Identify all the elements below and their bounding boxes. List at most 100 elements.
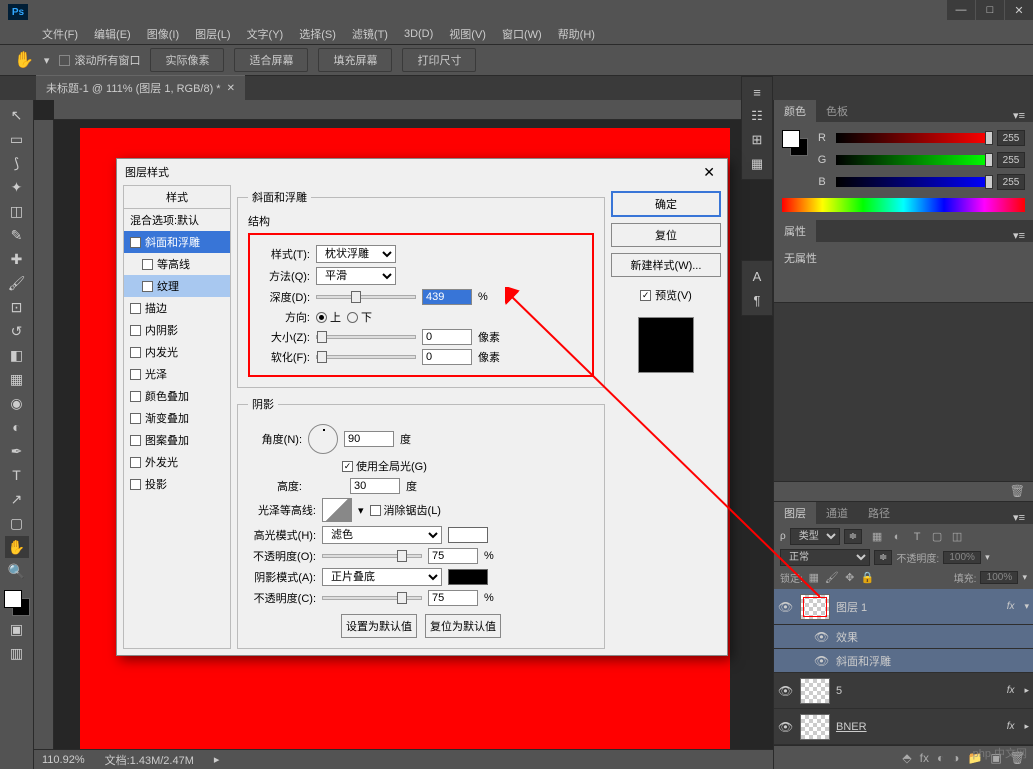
- checkbox-icon[interactable]: [130, 413, 141, 424]
- layer-row[interactable]: 👁 5 fx ▸: [774, 673, 1033, 709]
- filter-smart-icon[interactable]: ◫: [950, 530, 964, 544]
- close-tab-icon[interactable]: ✕: [227, 83, 235, 94]
- contour-dropdown-icon[interactable]: ▾: [358, 504, 364, 517]
- color-preview[interactable]: [782, 130, 808, 156]
- depth-slider[interactable]: [316, 295, 416, 299]
- layer-fx-badge[interactable]: fx: [1007, 721, 1015, 732]
- lock-pixels-icon[interactable]: 🖌: [825, 571, 839, 585]
- dialog-close-icon[interactable]: ✕: [699, 164, 719, 181]
- layer-row[interactable]: 👁 BNER fx ▸: [774, 709, 1033, 745]
- checkbox-icon[interactable]: [130, 325, 141, 336]
- crop-tool[interactable]: ◫: [5, 200, 29, 222]
- close-button[interactable]: ✕: [1005, 0, 1033, 20]
- highlight-opacity-slider[interactable]: [322, 554, 422, 558]
- shadow-opacity-input[interactable]: [428, 590, 478, 606]
- char-icon[interactable]: A: [744, 265, 770, 287]
- scroll-all-checkbox[interactable]: 滚动所有窗口: [59, 52, 140, 68]
- mask-icon[interactable]: ◐: [937, 751, 944, 765]
- status-arrow-icon[interactable]: ▸: [214, 753, 220, 766]
- panel-menu-icon[interactable]: ▾≡: [1005, 229, 1033, 242]
- actual-pixels-button[interactable]: 实际像素: [150, 48, 224, 72]
- fit-screen-button[interactable]: 适合屏幕: [234, 48, 308, 72]
- r-input[interactable]: [997, 130, 1025, 146]
- filter-adjust-icon[interactable]: ◐: [890, 530, 904, 544]
- cancel-button[interactable]: 复位: [611, 223, 721, 247]
- dodge-tool[interactable]: ◐: [5, 416, 29, 438]
- layer-effects-row[interactable]: 👁 效果: [774, 625, 1033, 649]
- marquee-tool[interactable]: ▭: [5, 128, 29, 150]
- visibility-icon[interactable]: 👁: [814, 654, 830, 668]
- stamp-tool[interactable]: ⊡: [5, 296, 29, 318]
- filter-pixel-icon[interactable]: ▦: [870, 530, 884, 544]
- style-stroke[interactable]: 描边: [124, 297, 230, 319]
- hand-tool-icon[interactable]: ✋: [14, 50, 34, 70]
- move-tool[interactable]: ↖: [5, 104, 29, 126]
- menu-select[interactable]: 选择(S): [293, 24, 342, 44]
- direction-down-radio[interactable]: 下: [347, 309, 372, 325]
- menu-filter[interactable]: 滤镜(T): [346, 24, 394, 44]
- preview-checkbox[interactable]: ✓预览(V): [611, 287, 721, 303]
- style-contour[interactable]: 等高线: [124, 253, 230, 275]
- layer-effect-bevel[interactable]: 👁 斜面和浮雕: [774, 649, 1033, 673]
- fill-input[interactable]: [980, 571, 1018, 584]
- checkbox-icon[interactable]: [130, 479, 141, 490]
- menu-type[interactable]: 文字(Y): [241, 24, 290, 44]
- layer-name[interactable]: 5: [836, 685, 1001, 697]
- altitude-input[interactable]: [350, 478, 400, 494]
- healing-tool[interactable]: ✚: [5, 248, 29, 270]
- chevron-right-icon[interactable]: ▸: [1024, 685, 1029, 696]
- visibility-icon[interactable]: 👁: [778, 684, 794, 698]
- dialog-titlebar[interactable]: 图层样式 ✕: [117, 159, 727, 185]
- link-icon[interactable]: ⬘: [902, 751, 911, 765]
- brush-preset-icon[interactable]: ☷: [744, 105, 770, 127]
- style-satin[interactable]: 光泽: [124, 363, 230, 385]
- brush-tool[interactable]: 🖌: [5, 272, 29, 294]
- layer-name[interactable]: BNER: [836, 721, 1001, 733]
- eraser-tool[interactable]: ◧: [5, 344, 29, 366]
- layer-fx-badge[interactable]: fx: [1007, 601, 1015, 612]
- checkbox-icon[interactable]: [142, 259, 153, 270]
- g-slider[interactable]: [836, 155, 989, 165]
- set-default-button[interactable]: 设置为默认值: [341, 614, 417, 638]
- tab-layers[interactable]: 图层: [774, 502, 816, 524]
- tool-dropdown-icon[interactable]: ▾: [44, 54, 50, 67]
- chevron-right-icon[interactable]: ▸: [1024, 721, 1029, 732]
- magic-wand-tool[interactable]: ✦: [5, 176, 29, 198]
- style-texture[interactable]: 纹理: [124, 275, 230, 297]
- reset-default-button[interactable]: 复位为默认值: [425, 614, 501, 638]
- style-inner-glow[interactable]: 内发光: [124, 341, 230, 363]
- filter-kind-select[interactable]: 类型: [790, 528, 840, 545]
- angle-wheel[interactable]: [308, 424, 338, 454]
- doc-size[interactable]: 文档:1.43M/2.47M: [105, 752, 194, 768]
- depth-input[interactable]: [422, 289, 472, 305]
- tab-properties[interactable]: 属性: [774, 220, 816, 242]
- hue-strip[interactable]: [782, 198, 1025, 212]
- style-pattern-overlay[interactable]: 图案叠加: [124, 429, 230, 451]
- maximize-button[interactable]: □: [976, 0, 1004, 20]
- checkbox-icon[interactable]: [130, 369, 141, 380]
- direction-up-radio[interactable]: 上: [316, 309, 341, 325]
- lasso-tool[interactable]: ⟆: [5, 152, 29, 174]
- lock-position-icon[interactable]: ✥: [843, 571, 857, 585]
- style-bevel[interactable]: ✓斜面和浮雕: [124, 231, 230, 253]
- shape-tool[interactable]: ▢: [5, 512, 29, 534]
- panel-menu-icon[interactable]: ▾≡: [1005, 511, 1033, 524]
- size-slider[interactable]: [316, 335, 416, 339]
- opacity-input[interactable]: [943, 551, 981, 564]
- menu-edit[interactable]: 编辑(E): [88, 24, 137, 44]
- layer-thumb[interactable]: [800, 714, 830, 740]
- checkbox-icon[interactable]: [142, 281, 153, 292]
- layer-name[interactable]: 图层 1: [836, 599, 1001, 615]
- type-tool[interactable]: T: [5, 464, 29, 486]
- global-light-checkbox[interactable]: ✓使用全局光(G): [342, 458, 427, 474]
- style-drop-shadow[interactable]: 投影: [124, 473, 230, 495]
- menu-3d[interactable]: 3D(D): [398, 26, 439, 42]
- pen-tool[interactable]: ✒: [5, 440, 29, 462]
- checkbox-icon[interactable]: [130, 435, 141, 446]
- adjustment-icon[interactable]: ◑: [952, 751, 959, 765]
- layer-thumb[interactable]: [800, 678, 830, 704]
- checkbox-icon[interactable]: ✓: [130, 237, 141, 248]
- shadow-color[interactable]: [448, 569, 488, 585]
- r-slider[interactable]: [836, 133, 989, 143]
- style-outer-glow[interactable]: 外发光: [124, 451, 230, 473]
